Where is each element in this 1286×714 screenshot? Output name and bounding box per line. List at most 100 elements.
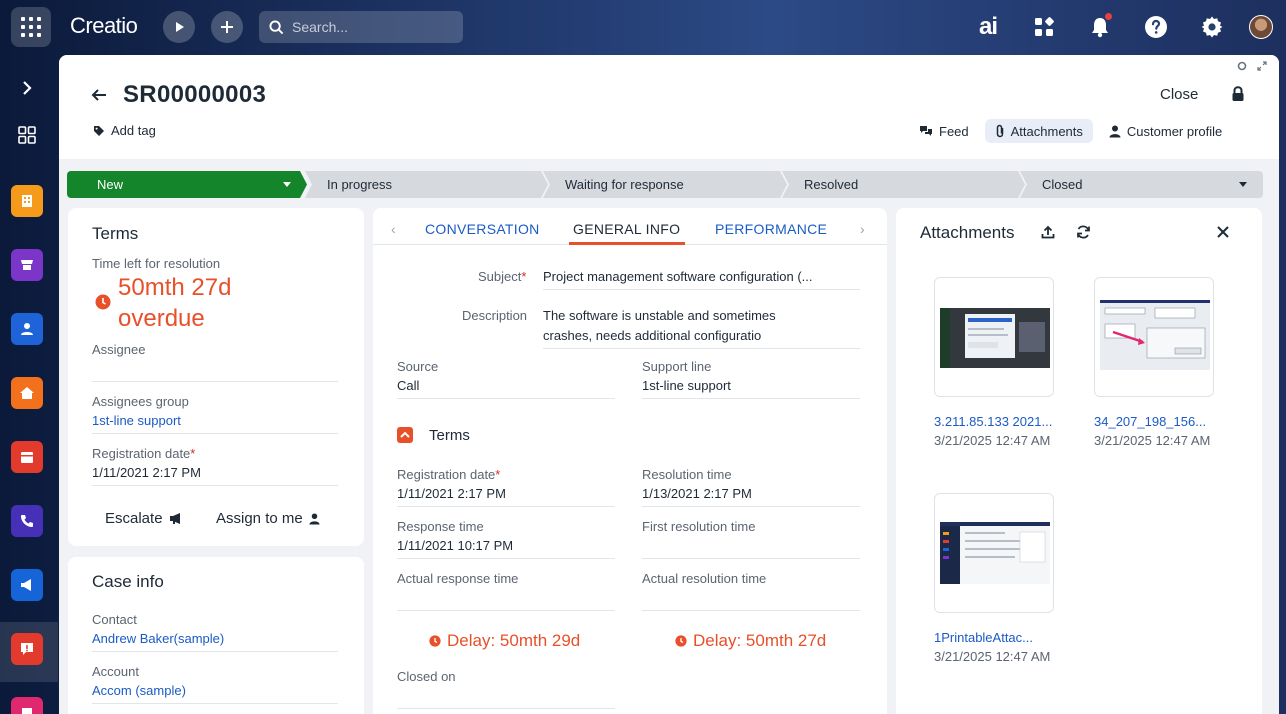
attachment-thumbnail[interactable] bbox=[934, 493, 1054, 613]
response-time-label: Response time bbox=[397, 519, 484, 534]
assign-to-me-button[interactable]: Assign to me bbox=[216, 510, 320, 527]
account-label: Account bbox=[92, 664, 139, 679]
stage-label: Resolved bbox=[804, 177, 859, 192]
chevron-down-icon[interactable] bbox=[1239, 182, 1247, 187]
reg-date-field[interactable]: 1/11/2021 2:17 PM bbox=[397, 486, 506, 501]
nav-item-workplaces[interactable] bbox=[11, 119, 43, 151]
tab-performance[interactable]: PERFORMANCE bbox=[715, 221, 827, 237]
chevron-left-icon[interactable]: ‹ bbox=[391, 221, 396, 237]
actual-resolution-label: Actual resolution time bbox=[642, 571, 767, 586]
run-process-button[interactable] bbox=[163, 11, 195, 43]
resolution-time-field[interactable]: 1/13/2021 2:17 PM bbox=[642, 486, 752, 501]
time-left-label: Time left for resolution bbox=[92, 256, 221, 271]
nav-item-more[interactable] bbox=[11, 697, 43, 714]
nav-item-cases[interactable] bbox=[11, 633, 43, 665]
add-tag-button[interactable]: Add tag bbox=[93, 123, 156, 138]
clock-icon bbox=[675, 635, 687, 647]
attachments-button[interactable]: Attachments bbox=[984, 119, 1093, 143]
terms-panel: Terms Time left for resolution 50mth 27d… bbox=[68, 208, 364, 546]
nav-item-knowledge[interactable] bbox=[11, 249, 43, 281]
overdue-value: 50mth 27d overdue bbox=[118, 274, 232, 332]
close-icon[interactable] bbox=[1217, 226, 1229, 238]
back-arrow-icon[interactable] bbox=[89, 85, 109, 105]
notifications-button[interactable] bbox=[1086, 13, 1114, 41]
play-icon bbox=[176, 22, 184, 32]
nav-item-accounts[interactable] bbox=[11, 185, 43, 217]
description-line2[interactable]: crashes, needs additional configuratio bbox=[543, 328, 761, 343]
feed-label: Feed bbox=[939, 123, 969, 139]
nav-item-calendar[interactable] bbox=[11, 441, 43, 473]
phone-icon bbox=[21, 515, 33, 527]
nav-item-home[interactable] bbox=[11, 377, 43, 409]
notification-dot bbox=[1105, 13, 1112, 20]
account-link[interactable]: Accom (sample) bbox=[92, 683, 186, 698]
stage-new[interactable]: New bbox=[67, 171, 307, 198]
stage-closed[interactable]: Closed bbox=[1020, 171, 1263, 198]
active-tab-indicator bbox=[569, 242, 685, 245]
chevron-right-icon[interactable]: › bbox=[860, 221, 865, 237]
chevron-down-icon[interactable] bbox=[283, 182, 291, 187]
response-delay: Delay: 50mth 29d bbox=[429, 631, 580, 651]
screenshot-preview-image bbox=[1100, 300, 1210, 370]
attachment-thumbnail[interactable] bbox=[1094, 277, 1214, 397]
escalate-button[interactable]: Escalate bbox=[105, 510, 183, 527]
add-tag-label: Add tag bbox=[111, 123, 156, 138]
terms-section-title: Terms bbox=[429, 427, 470, 444]
upload-icon[interactable] bbox=[1041, 225, 1055, 239]
paperclip-icon bbox=[996, 124, 1003, 138]
lock-icon[interactable] bbox=[1231, 86, 1245, 102]
tab-general-info[interactable]: GENERAL INFO bbox=[573, 221, 680, 237]
stage-in-progress[interactable]: In progress bbox=[305, 171, 548, 198]
attachment-name[interactable]: 1PrintableAttac... bbox=[934, 630, 1033, 645]
attachment-name[interactable]: 3.211.85.133 2021... bbox=[934, 414, 1052, 429]
subject-field[interactable]: Project management software configuratio… bbox=[543, 269, 813, 284]
search-input[interactable] bbox=[292, 19, 452, 35]
search-box[interactable] bbox=[259, 11, 463, 43]
tab-conversation[interactable]: CONVERSATION bbox=[425, 221, 540, 237]
record-page: SR00000003 Add tag Close Feed Attachment… bbox=[59, 55, 1279, 714]
user-avatar[interactable] bbox=[1249, 15, 1273, 39]
contact-label: Contact bbox=[92, 612, 137, 627]
registration-date-field[interactable]: 1/11/2021 2:17 PM bbox=[92, 465, 201, 480]
support-line-field[interactable]: 1st-line support bbox=[642, 378, 731, 393]
settings-small-icon[interactable] bbox=[1237, 61, 1247, 71]
nav-item-calls[interactable] bbox=[11, 505, 43, 537]
description-label: Description bbox=[462, 308, 528, 323]
collapse-terms-button[interactable] bbox=[397, 427, 413, 443]
resolution-delay: Delay: 50mth 27d bbox=[675, 631, 826, 651]
close-button[interactable]: Close bbox=[1160, 86, 1198, 103]
contact-link[interactable]: Andrew Baker(sample) bbox=[92, 631, 224, 646]
feed-icon bbox=[920, 126, 932, 136]
settings-button[interactable] bbox=[1198, 13, 1226, 41]
help-button[interactable] bbox=[1142, 13, 1170, 41]
ai-button[interactable]: ai bbox=[974, 13, 1002, 41]
apps-button[interactable] bbox=[1030, 13, 1058, 41]
top-bar: Creatio ai bbox=[0, 0, 1286, 55]
source-field[interactable]: Call bbox=[397, 378, 419, 393]
attachment-name[interactable]: 34_207_198_156... bbox=[1094, 414, 1206, 429]
expand-icon[interactable] bbox=[1257, 61, 1267, 71]
stage-resolved[interactable]: Resolved bbox=[782, 171, 1025, 198]
assign-to-me-label: Assign to me bbox=[216, 510, 303, 527]
expand-nav-button[interactable] bbox=[11, 72, 43, 104]
case-stage-bar: New In progress Waiting for response Res… bbox=[67, 171, 1263, 198]
customer-profile-button[interactable]: Customer profile bbox=[1099, 119, 1232, 143]
clock-icon bbox=[429, 635, 441, 647]
actual-response-label: Actual response time bbox=[397, 571, 519, 586]
stage-waiting-for-response[interactable]: Waiting for response bbox=[543, 171, 787, 198]
nav-item-contacts[interactable] bbox=[11, 313, 43, 345]
attachments-panel: Attachments 3.211.85.133 2021... 3/21/20… bbox=[896, 208, 1262, 714]
response-time-field[interactable]: 1/11/2021 10:17 PM bbox=[397, 538, 513, 553]
app-icon bbox=[22, 708, 32, 714]
nav-item-campaigns[interactable] bbox=[11, 569, 43, 601]
page-corner-tools bbox=[1237, 61, 1267, 71]
description-line1[interactable]: The software is unstable and sometimes bbox=[543, 308, 776, 323]
refresh-icon[interactable] bbox=[1076, 225, 1091, 239]
resolution-time-label: Resolution time bbox=[642, 467, 732, 482]
create-button[interactable] bbox=[211, 11, 243, 43]
feed-button[interactable]: Feed bbox=[909, 119, 979, 143]
plus-icon bbox=[221, 21, 233, 33]
app-launcher-button[interactable] bbox=[11, 7, 51, 47]
assignees-group-link[interactable]: 1st-line support bbox=[92, 413, 181, 428]
attachment-thumbnail[interactable] bbox=[934, 277, 1054, 397]
